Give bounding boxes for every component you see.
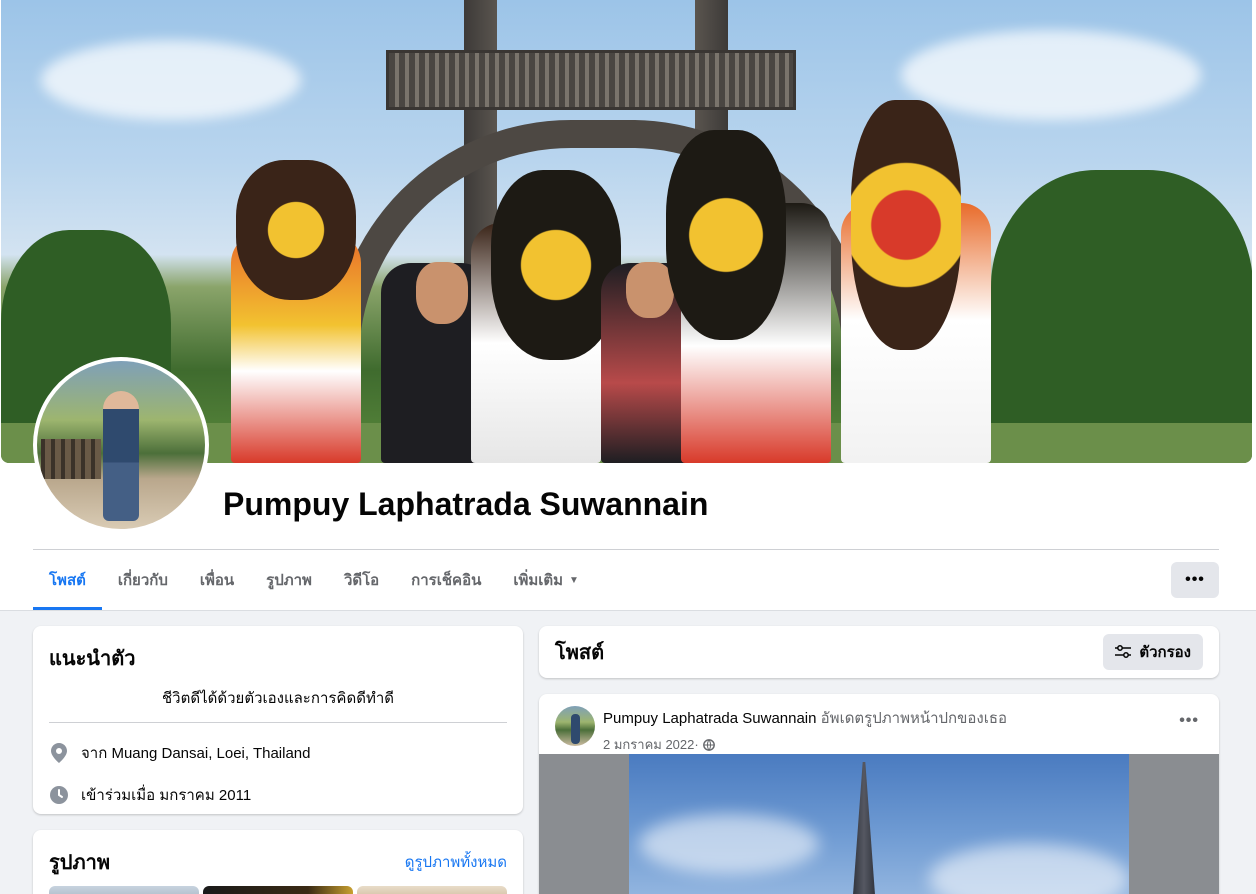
avatar-image [37,361,205,529]
profile-more-button[interactable]: ••• [1171,562,1219,598]
cover-cloud [901,30,1201,120]
person-face [416,262,468,324]
tab-label: วิดีโอ [343,572,380,589]
filter-sliders-icon [1115,645,1132,659]
tab-label: เกี่ยวกับ [117,572,168,589]
tab-about[interactable]: เกี่ยวกับ [102,550,184,610]
location-pin-icon [49,743,69,763]
photo-cloud [929,844,1129,894]
post-meta: 2 มกราคม 2022 · [603,734,1007,755]
eiffel-spire-shape [851,762,877,894]
person-face [626,262,674,318]
post-media[interactable] [539,754,1219,894]
cover-cloud [41,40,301,120]
costume-mask [851,100,961,350]
costume-mask [236,160,356,300]
tab-label: การเช็คอิน [411,572,482,589]
filter-label: ตัวกรอง [1139,644,1191,661]
photos-title: รูปภาพ [49,852,111,874]
see-all-photos-link[interactable]: ดูรูปภาพทั้งหมด [405,850,507,874]
location-link[interactable]: Muang Dansai, Loei, Thailand [111,745,310,762]
profile-name: Pumpuy Laphatrada Suwannain [223,486,709,522]
photo-thumbnail[interactable] [203,886,353,894]
cover-tree [991,170,1252,463]
tab-label: เพื่อน [199,572,235,589]
photo-thumbnails [49,886,507,894]
avatar-person [103,391,139,521]
tab-photos[interactable]: รูปภาพ [250,550,328,610]
globe-icon [702,738,715,751]
caret-down-icon: ▼ [569,574,579,586]
profile-tabs: โพสต์ เกี่ยวกับ เพื่อน รูปภาพ วิดีโอ การ… [33,550,595,610]
intro-card: แนะนำตัว ชีวิตดีได้ด้วยตัวเองและการคิดดี… [33,626,523,814]
post-menu-button[interactable]: ••• [1179,712,1199,730]
avatar-fence [41,439,101,479]
tab-friends[interactable]: เพื่อน [184,550,250,610]
post-separator: · [694,737,699,752]
tab-label: โพสต์ [49,572,86,589]
eiffel-tower-deck [386,50,796,110]
filter-button[interactable]: ตัวกรอง [1103,634,1203,670]
posts-header-card: โพสต์ ตัวกรอง [539,626,1219,678]
tab-posts[interactable]: โพสต์ [33,550,102,610]
clock-icon [49,785,69,805]
tab-label: เพิ่มเติม [513,572,564,589]
post-action-text: อัพเดตรูปภาพหน้าปกของเธอ [820,710,1007,727]
post-photo [629,754,1129,894]
intro-bio: ชีวิตดีได้ด้วยตัวเองและการคิดดีทำดี [49,686,507,723]
post-card: Pumpuy Laphatrada Suwannain อัพเดตรูปภาพ… [539,694,1219,894]
profile-avatar[interactable] [33,357,209,533]
photo-thumbnail[interactable] [49,886,199,894]
tab-more[interactable]: เพิ่มเติม ▼ [497,550,595,610]
post-author-line: Pumpuy Laphatrada Suwannain อัพเดตรูปภาพ… [603,706,1007,730]
photo-cloud [639,814,819,874]
post-date[interactable]: 2 มกราคม 2022 [603,734,694,755]
costume-mask [666,130,786,340]
joined-text: เข้าร่วมเมื่อ มกราคม 2011 [81,787,252,804]
intro-title: แนะนำตัว [49,648,136,670]
photo-thumbnail[interactable] [357,886,507,894]
tab-checkins[interactable]: การเช็คอิน [395,550,497,610]
post-author-avatar[interactable] [555,706,595,746]
tab-label: รูปภาพ [266,572,312,589]
photos-card: รูปภาพ ดูรูปภาพทั้งหมด [33,830,523,894]
intro-location: จาก Muang Dansai, Loei, Thailand [49,741,507,765]
intro-joined: เข้าร่วมเมื่อ มกราคม 2011 [49,783,507,807]
tab-videos[interactable]: วิดีโอ [328,550,395,610]
posts-title: โพสต์ [555,642,605,664]
location-prefix: จาก [81,745,108,762]
post-author-name[interactable]: Pumpuy Laphatrada Suwannain [603,710,817,727]
